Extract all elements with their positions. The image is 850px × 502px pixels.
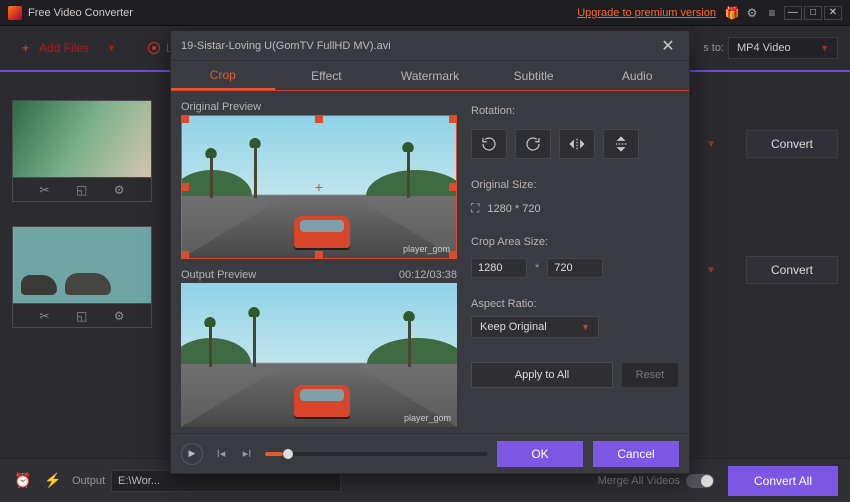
original-size-label: Original Size: (471, 179, 679, 191)
rotate-right-button[interactable] (515, 129, 551, 159)
tab-audio[interactable]: Audio (585, 61, 689, 90)
rotation-label: Rotation: (471, 105, 679, 117)
add-files-label: Add Files (39, 41, 89, 55)
schedule-icon[interactable]: ⏰ (12, 470, 34, 492)
settings-icon[interactable]: ⚙ (114, 309, 125, 323)
original-preview[interactable]: + player_gom (181, 115, 457, 259)
convert-all-button[interactable]: Convert All (728, 466, 838, 496)
output-format-value: MP4 Video (737, 42, 791, 54)
crop-controls: Rotation: Original Size: ⛶ 1280 * 720 (471, 99, 679, 427)
dialog-file-title: 19-Sistar-Loving U(GomTV FullHD MV).avi (181, 40, 391, 52)
reset-button[interactable]: Reset (621, 362, 679, 388)
aspect-ratio-label: Aspect Ratio: (471, 298, 679, 310)
settings-icon[interactable]: ⚙ (742, 3, 762, 23)
play-button[interactable]: ▶ (181, 443, 203, 465)
cancel-button[interactable]: Cancel (593, 441, 679, 467)
expand-icon: ⛶ (471, 201, 479, 216)
disc-icon (148, 42, 160, 54)
crop-handle[interactable] (181, 183, 189, 191)
prev-frame-button[interactable]: I◂ (213, 447, 229, 460)
gpu-accel-icon[interactable]: ⚡ (42, 470, 64, 492)
apply-to-all-button[interactable]: Apply to All (471, 362, 613, 388)
watermark-text: player_gom (403, 244, 450, 254)
crop-size-label: Crop Area Size: (471, 236, 679, 248)
multiply-icon: * (535, 262, 539, 274)
dialog-close-button[interactable]: ✕ (657, 35, 679, 57)
crop-handle[interactable] (449, 251, 457, 259)
crop-center-icon[interactable]: + (313, 181, 325, 193)
aspect-ratio-value: Keep Original (480, 321, 547, 333)
dialog-header: 19-Sistar-Loving U(GomTV FullHD MV).avi … (171, 31, 689, 61)
dialog-tabs: Crop Effect Watermark Subtitle Audio (171, 61, 689, 91)
crop-handle[interactable] (449, 115, 457, 123)
output-preview: player_gom (181, 283, 457, 427)
crop-icon[interactable]: ◱ (76, 183, 87, 197)
crop-height-input[interactable]: 720 (547, 258, 603, 278)
tab-subtitle[interactable]: Subtitle (482, 61, 586, 90)
caret-down-icon: ▼ (107, 43, 116, 53)
output-preview-label: Output Preview (181, 269, 256, 281)
preview-time: 00:12/03:38 (399, 269, 457, 281)
rotate-left-button[interactable] (471, 129, 507, 159)
output-label: Output (72, 475, 105, 487)
add-files-button[interactable]: + Add Files ▼ (12, 35, 126, 61)
crop-handle[interactable] (449, 183, 457, 191)
tab-effect[interactable]: Effect (275, 61, 379, 90)
next-frame-button[interactable]: ▸I (239, 447, 255, 460)
minimize-button[interactable]: — (784, 6, 802, 20)
close-window-button[interactable]: ✕ (824, 6, 842, 20)
flip-vertical-button[interactable] (603, 129, 639, 159)
aspect-ratio-select[interactable]: Keep Original ▼ (471, 316, 599, 338)
crop-handle[interactable] (315, 115, 323, 123)
original-size-value: 1280 * 720 (487, 203, 540, 215)
convert-button[interactable]: Convert (746, 130, 838, 158)
upgrade-link[interactable]: Upgrade to premium version (577, 7, 716, 19)
crop-width-input[interactable]: 1280 (471, 258, 527, 278)
output-path-value: E:\Wor... (118, 475, 160, 487)
caret-down-icon: ▼ (581, 322, 590, 332)
app-logo-icon (8, 6, 22, 20)
tab-crop[interactable]: Crop (171, 61, 275, 90)
maximize-button[interactable]: □ (804, 6, 822, 20)
gift-icon[interactable]: 🎁 (722, 3, 742, 23)
crop-icon[interactable]: ◱ (76, 309, 87, 323)
format-caret-icon[interactable]: ▼ (706, 139, 716, 150)
menu-icon[interactable]: ≡ (762, 3, 782, 23)
merge-toggle[interactable] (686, 474, 714, 488)
original-preview-label: Original Preview (181, 101, 457, 113)
flip-horizontal-button[interactable] (559, 129, 595, 159)
trim-icon[interactable]: ✂ (39, 183, 49, 197)
file-thumbnail[interactable] (12, 100, 152, 178)
file-thumbnail[interactable] (12, 226, 152, 304)
edit-dialog: 19-Sistar-Loving U(GomTV FullHD MV).avi … (170, 30, 690, 474)
titlebar: Free Video Converter Upgrade to premium … (0, 0, 850, 26)
dialog-footer: ▶ I◂ ▸I OK Cancel (171, 433, 689, 473)
seek-knob[interactable] (283, 449, 293, 459)
file-tools: ✂ ◱ ⚙ (12, 304, 152, 328)
preview-column: Original Preview + (181, 99, 457, 427)
file-tools: ✂ ◱ ⚙ (12, 178, 152, 202)
settings-icon[interactable]: ⚙ (114, 183, 125, 197)
crop-handle[interactable] (181, 251, 189, 259)
format-caret-icon[interactable]: ▼ (706, 265, 716, 276)
watermark-text: player_gom (404, 413, 451, 423)
crop-handle[interactable] (181, 115, 189, 123)
trim-icon[interactable]: ✂ (39, 309, 49, 323)
app-title: Free Video Converter (28, 7, 133, 19)
tab-watermark[interactable]: Watermark (378, 61, 482, 90)
crop-handle[interactable] (315, 251, 323, 259)
seek-bar[interactable] (265, 452, 487, 456)
plus-icon: + (22, 41, 29, 55)
output-format-select[interactable]: MP4 Video ▼ (728, 37, 838, 59)
merge-label: Merge All Videos (598, 475, 680, 487)
caret-down-icon: ▼ (820, 43, 829, 53)
convert-button[interactable]: Convert (746, 256, 838, 284)
convert-to-label: s to: (703, 42, 724, 54)
ok-button[interactable]: OK (497, 441, 583, 467)
